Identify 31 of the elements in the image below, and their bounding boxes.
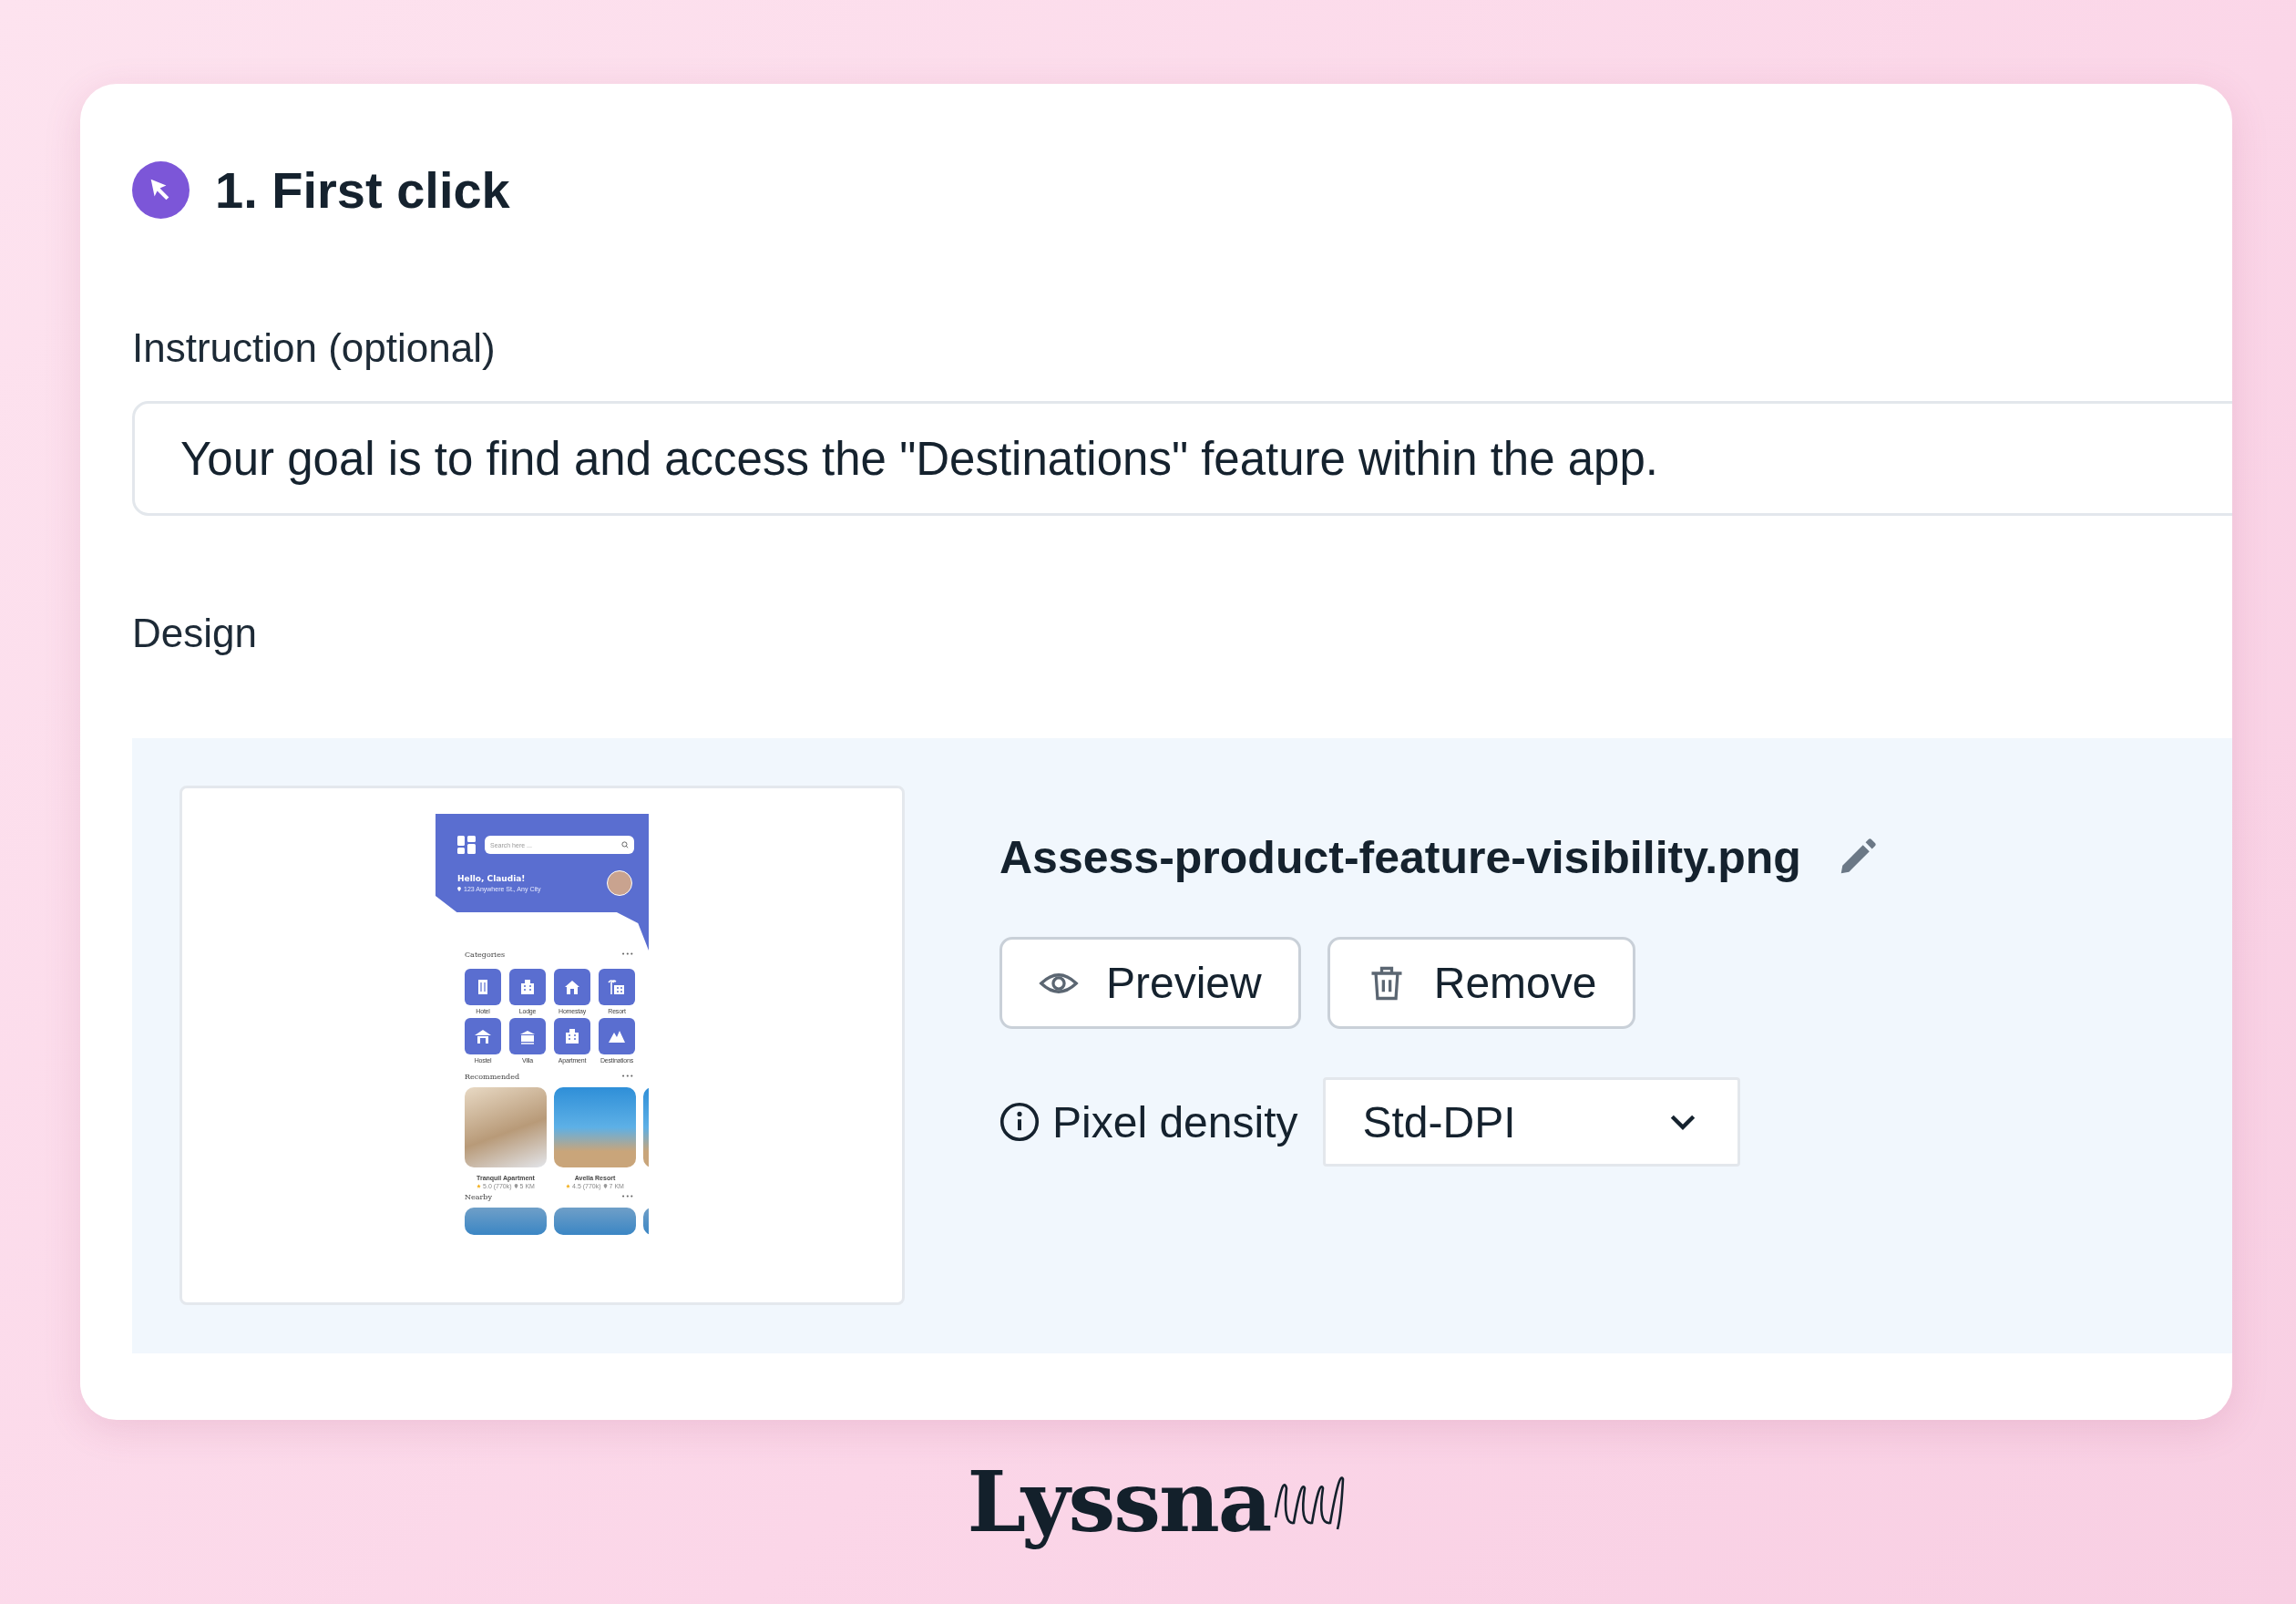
star-icon — [566, 1184, 571, 1188]
cursor-icon — [132, 161, 190, 219]
brand-logo: Lyssna — [967, 1456, 1271, 1549]
building-icon — [563, 1027, 581, 1045]
greeting-text: Hello, Claudia! — [457, 874, 527, 883]
section-title: Nearby — [465, 1192, 492, 1201]
location-pin-icon — [513, 1184, 518, 1188]
section-title: Recommended — [465, 1072, 520, 1081]
info-icon — [999, 1102, 1040, 1142]
section-label: Design — [132, 610, 258, 657]
preview-button[interactable]: Preview — [999, 937, 1301, 1029]
building-icon — [518, 978, 537, 996]
grid-icon — [457, 836, 476, 854]
search-icon — [621, 841, 629, 848]
photo-placeholder[interactable] — [554, 1208, 636, 1235]
avatar[interactable] — [607, 870, 632, 896]
remove-button[interactable]: Remove — [1327, 937, 1636, 1029]
instruction-field[interactable]: Your goal is to find and access the "Destinations" feature within the app. — [132, 401, 2232, 516]
step-title: 1. First click — [215, 160, 510, 220]
field-label: Instruction (optional) — [132, 324, 497, 372]
location-pin-icon — [457, 887, 461, 891]
file-name: Assess-product-feature-visibility.png — [999, 831, 1801, 884]
house-icon — [563, 978, 581, 996]
palm-building-icon — [608, 978, 626, 996]
hut-icon — [474, 1027, 492, 1045]
star-icon — [477, 1184, 482, 1188]
pixel-density-dropdown[interactable]: Std-DPI — [1323, 1077, 1741, 1167]
photo-placeholder[interactable] — [465, 1208, 547, 1235]
field-label: Pixel density — [1052, 1096, 1298, 1147]
section-title: Categories — [465, 950, 505, 959]
location-pin-icon — [602, 1184, 608, 1188]
